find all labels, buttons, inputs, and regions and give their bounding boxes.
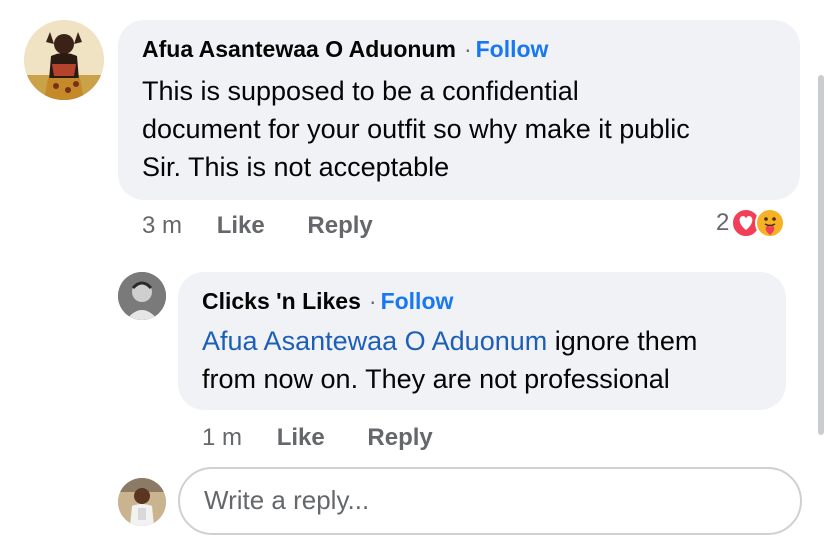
person-photo-icon bbox=[118, 478, 166, 526]
person-photo-icon bbox=[118, 272, 166, 320]
separator-dot: · bbox=[463, 36, 472, 62]
reaction-summary[interactable]: 2 bbox=[716, 208, 786, 238]
reply-timestamp[interactable]: 1 m bbox=[202, 424, 242, 451]
reply-text-line: from now on. They are not professional bbox=[202, 364, 670, 394]
scrollbar[interactable] bbox=[818, 75, 824, 435]
reply-input-container bbox=[178, 467, 802, 535]
reply-commenter-avatar[interactable] bbox=[118, 272, 166, 320]
care-icon bbox=[755, 208, 786, 238]
comment-text-line: This is supposed to be a confidential bbox=[142, 76, 579, 106]
follow-button[interactable]: Follow bbox=[476, 36, 549, 62]
commenter-avatar[interactable] bbox=[24, 20, 104, 100]
reply-button[interactable]: Reply bbox=[307, 212, 372, 239]
reply-button[interactable]: Reply bbox=[367, 424, 432, 451]
comment-text-line: document for your outfit so why make it … bbox=[142, 114, 690, 144]
comment-timestamp[interactable]: 3 m bbox=[142, 212, 182, 239]
comment-header: Afua Asantewaa O Aduonum · Follow bbox=[142, 36, 548, 63]
current-user-avatar[interactable] bbox=[118, 478, 166, 526]
like-button[interactable]: Like bbox=[277, 424, 325, 451]
reply-header: Clicks 'n Likes · Follow bbox=[202, 288, 453, 315]
like-button[interactable]: Like bbox=[217, 212, 265, 239]
person-photo-icon bbox=[24, 20, 104, 100]
reply-author-name[interactable]: Clicks 'n Likes bbox=[202, 288, 361, 314]
reply-text: Afua Asantewaa O Aduonum ignore them fro… bbox=[202, 322, 697, 398]
reply-text-fragment: ignore them bbox=[547, 326, 698, 356]
reaction-count: 2 bbox=[716, 209, 730, 236]
comment-text-line: Sir. This is not acceptable bbox=[142, 152, 450, 182]
follow-button[interactable]: Follow bbox=[381, 288, 454, 314]
reply-input[interactable] bbox=[202, 469, 786, 531]
comment-meta: 3 m Like Reply bbox=[142, 212, 373, 240]
separator-dot: · bbox=[368, 288, 377, 314]
comment-text: This is supposed to be a confidential do… bbox=[142, 72, 690, 186]
comment-author-name[interactable]: Afua Asantewaa O Aduonum bbox=[142, 36, 456, 62]
reply-text-line: Afua Asantewaa O Aduonum ignore them bbox=[202, 322, 697, 360]
reply-meta: 1 m Like Reply bbox=[202, 424, 433, 452]
mention-link[interactable]: Afua Asantewaa O Aduonum bbox=[202, 326, 547, 356]
